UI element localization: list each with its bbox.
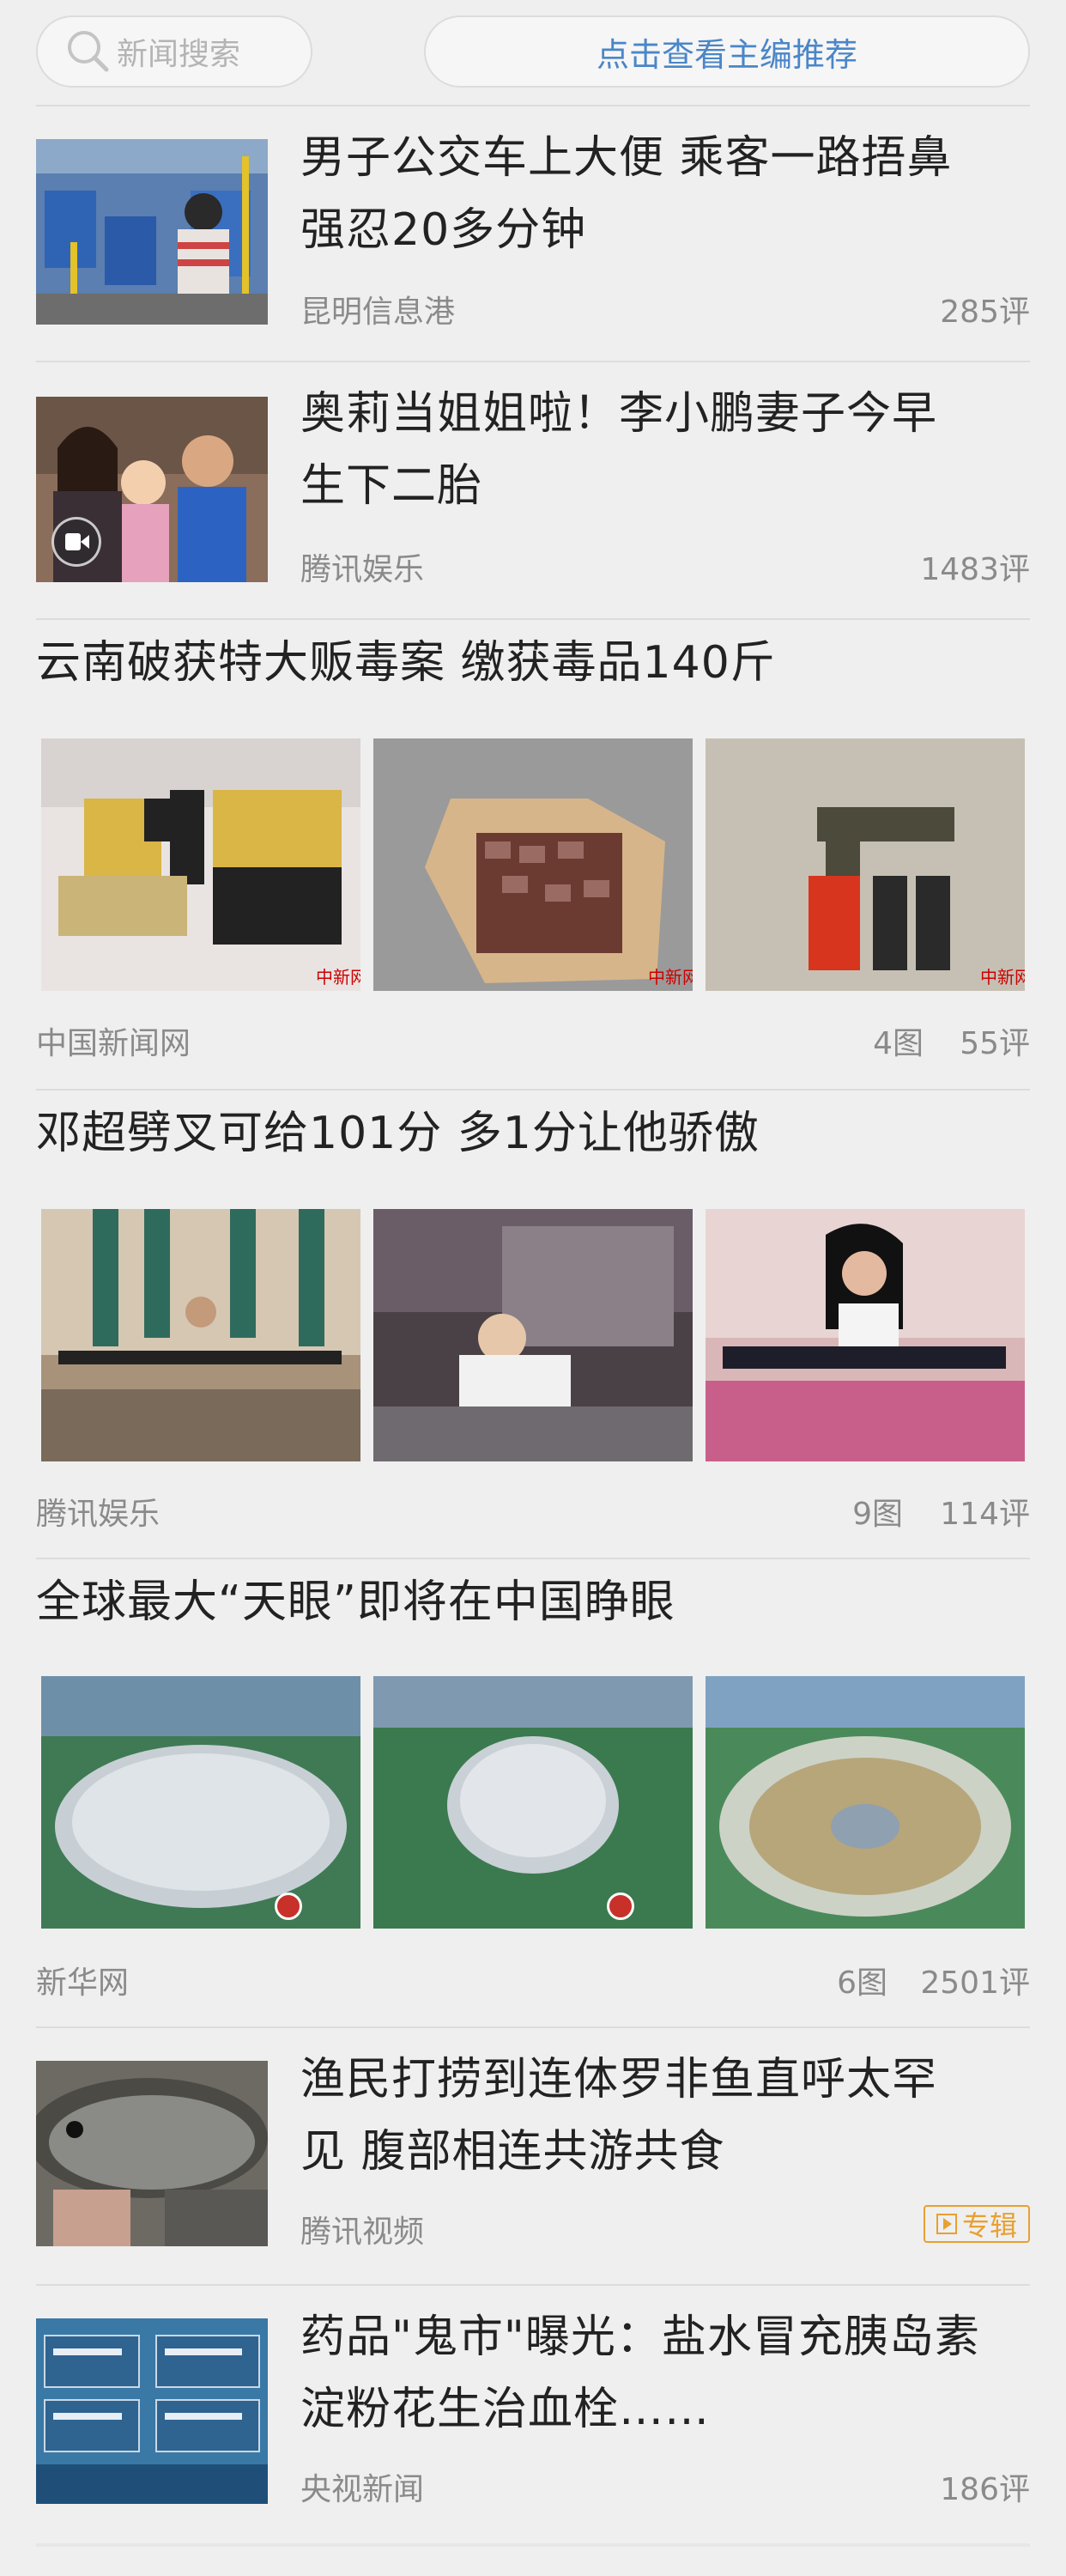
image-count: 4图: [873, 1026, 924, 1061]
news-title-line: 见 腹部相连共游共食: [300, 2126, 725, 2178]
news-title-line: 淀粉花生治血栓……: [300, 2384, 711, 2435]
comment-count: 1483评: [920, 552, 1030, 587]
divider: [36, 2543, 1030, 2547]
search-icon: [64, 27, 113, 76]
special-topic-label: 专辑: [961, 2209, 1017, 2242]
comment-count: 2501评: [920, 1965, 1030, 2001]
news-title: 云南破获特大贩毒案 缴获毒品140斤: [36, 637, 776, 689]
xinhua-logo: [275, 1893, 302, 1920]
search-placeholder: 新闻搜索: [117, 37, 241, 72]
search-input[interactable]: 新闻搜索: [36, 15, 312, 88]
editor-recommend-button[interactable]: 点击查看主编推荐: [424, 15, 1030, 88]
gallery-image: 中新网: [706, 738, 1025, 991]
gallery-image: [41, 1209, 360, 1461]
news-gallery-item[interactable]: 全球最大“天眼”即将在中国睁眼 新华网 6图 2501评: [0, 1559, 1066, 2026]
image-count: 6图: [837, 1965, 887, 2001]
news-item[interactable]: 渔民打捞到连体罗非鱼直呼太罕 见 腹部相连共游共食 腾讯视频 专辑: [0, 2028, 1066, 2284]
news-gallery-item[interactable]: 邓超劈叉可给101分 多1分让他骄傲 腾讯娱乐 9图 114评: [0, 1091, 1066, 1558]
comment-count: 285评: [940, 295, 1030, 330]
video-camera-icon: [51, 517, 101, 567]
svg-text:中新网: 中新网: [648, 967, 693, 987]
gallery-image: [373, 1209, 693, 1461]
top-bar: 新闻搜索 点击查看主编推荐: [0, 0, 1066, 105]
news-item[interactable]: 男子公交车上大便 乘客一路捂鼻 强忍20多分钟 昆明信息港 285评: [0, 106, 1066, 361]
news-title-line: 药品"鬼市"曝光：盐水冒充胰岛素: [300, 2312, 980, 2363]
news-title: 邓超劈叉可给101分 多1分让他骄傲: [36, 1108, 760, 1159]
news-title-line: 奥莉当姐姐啦！李小鹏妻子今早: [300, 388, 938, 440]
comment-count: 55评: [960, 1026, 1030, 1061]
news-item[interactable]: 奥莉当姐姐啦！李小鹏妻子今早 生下二胎 腾讯娱乐 1483评: [0, 362, 1066, 618]
news-thumbnail: [36, 139, 268, 325]
news-title-line: 男子公交车上大便 乘客一路捂鼻: [300, 132, 953, 184]
news-source: 腾讯娱乐: [36, 1497, 161, 1532]
news-source: 中国新闻网: [36, 1026, 191, 1061]
news-title-line: 渔民打捞到连体罗非鱼直呼太罕: [300, 2054, 938, 2105]
news-source: 新华网: [36, 1965, 130, 2001]
news-source: 昆明信息港: [300, 295, 456, 330]
gallery-image: [373, 1676, 693, 1929]
special-topic-badge[interactable]: 专辑: [924, 2205, 1030, 2243]
news-source: 腾讯视频: [300, 2215, 425, 2250]
news-title-line: 强忍20多分钟: [300, 204, 587, 256]
gallery-image: 中新网: [373, 738, 693, 991]
comment-count: 114评: [940, 1497, 1030, 1532]
news-thumbnail: [36, 2318, 268, 2504]
image-count: 9图: [852, 1497, 903, 1532]
svg-text:中新网: 中新网: [316, 967, 360, 987]
news-gallery-item[interactable]: 云南破获特大贩毒案 缴获毒品140斤 中新网 中新网 中新网 中国新闻网 4图 …: [0, 620, 1066, 1089]
xinhua-logo: [607, 1893, 634, 1920]
svg-text:中新网: 中新网: [980, 967, 1025, 987]
news-source: 腾讯娱乐: [300, 552, 425, 587]
news-thumbnail: [36, 2061, 268, 2246]
gallery-image: 中新网: [41, 738, 360, 991]
comment-count: 186评: [940, 2472, 1030, 2507]
gallery-image: [706, 1209, 1025, 1461]
news-item[interactable]: 药品"鬼市"曝光：盐水冒充胰岛素 淀粉花生治血栓…… 央视新闻 186评: [0, 2286, 1066, 2542]
news-source: 央视新闻: [300, 2472, 425, 2507]
news-title: 全球最大“天眼”即将在中国睁眼: [36, 1577, 675, 1628]
news-title-line: 生下二胎: [300, 460, 483, 512]
news-thumbnail: [36, 397, 268, 582]
gallery-image: [706, 1676, 1025, 1929]
play-icon: [936, 2214, 957, 2234]
gallery-image: [41, 1676, 360, 1929]
